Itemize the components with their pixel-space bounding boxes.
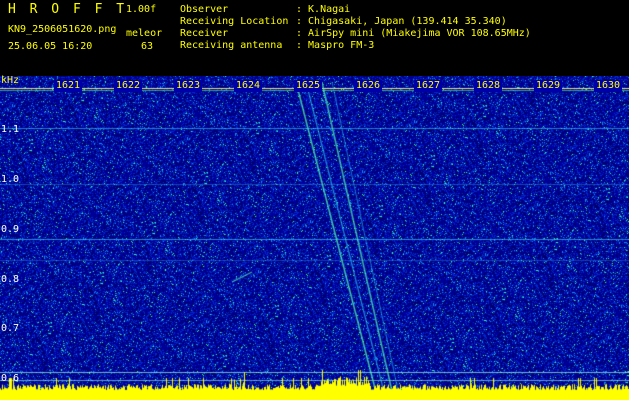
y-tick-label: 0.7 [1, 323, 20, 334]
app-version: 1.00f [126, 4, 157, 15]
app-name: H R O F F T [8, 2, 128, 17]
x-tick-label: 1624 [234, 80, 263, 92]
x-tick-label: 1629 [534, 80, 563, 92]
x-tick-label: 1627 [414, 80, 443, 92]
info-value-observer: : K.Nagai [296, 4, 351, 15]
y-tick-label: 0.6 [1, 373, 20, 384]
y-axis-unit: kHz [1, 75, 20, 86]
image-filename: KN9_2506051620.png [8, 24, 117, 35]
x-tick-label: 1630 [594, 80, 623, 92]
x-tick-label: 1628 [474, 80, 503, 92]
x-tick-label: 1623 [174, 80, 203, 92]
y-tick-label: 0.8 [1, 274, 20, 285]
info-label-location: Receiving Location [180, 16, 289, 27]
y-tick-label: 1.1 [1, 124, 20, 135]
y-tick-label: 1.0 [1, 174, 20, 185]
info-label-receiver: Receiver [180, 28, 229, 39]
x-tick-label: 1625 [294, 80, 323, 92]
echo-count: 63 [141, 41, 154, 52]
info-value-receiver: : AirSpy mini (Miakejima VOR 108.65MHz) [296, 28, 531, 39]
info-value-antenna: : Maspro FM-3 [296, 40, 375, 51]
x-tick-label: 1622 [114, 80, 143, 92]
x-tick-label: 1626 [354, 80, 383, 92]
info-value-location: : Chigasaki, Japan (139.414 35.340) [296, 16, 507, 27]
x-tick-label: 1621 [54, 80, 83, 92]
info-label-antenna: Receiving antenna [180, 40, 283, 51]
mode-label: meleor [126, 28, 163, 39]
y-tick-label: 0.9 [1, 224, 20, 235]
capture-datetime: 25.06.05 16:20 [8, 41, 93, 52]
spectrogram-plot [0, 76, 629, 400]
info-label-observer: Observer [180, 4, 229, 15]
header-panel: H R O F F T 1.00f KN9_2506051620.png mel… [0, 0, 629, 76]
